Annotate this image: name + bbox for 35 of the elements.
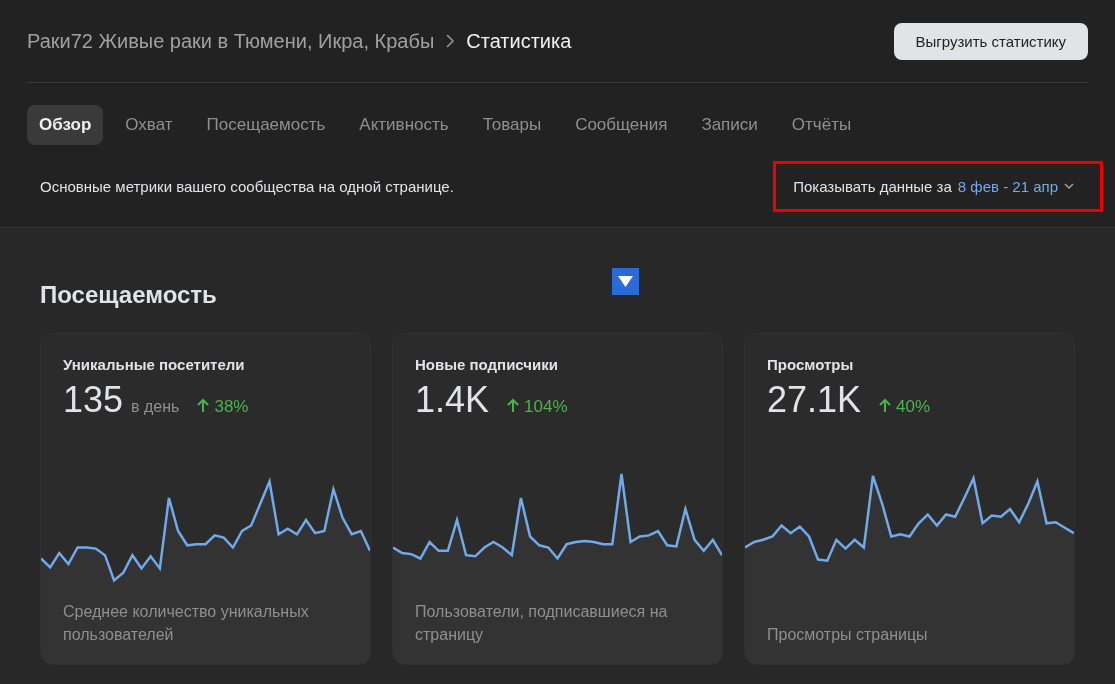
change-percent: 104% <box>524 397 568 417</box>
metric-card[interactable]: Новые подписчики 1.4K 104% Пользователи, подписавшиеся на страницу <box>392 333 723 665</box>
tab[interactable]: Отчёты <box>779 105 864 145</box>
tab[interactable]: Активность <box>347 105 461 145</box>
tab[interactable]: Товары <box>470 105 554 145</box>
arrow-up-icon <box>507 398 520 412</box>
change-percent: 40% <box>896 397 931 417</box>
tab[interactable]: Сообщения <box>563 105 680 145</box>
card-title: Новые подписчики <box>414 355 559 373</box>
tab[interactable]: Охват <box>113 105 185 145</box>
period-selector[interactable]: Показывать данные за 8 фев - 21 апр <box>773 160 1103 212</box>
chevron-down-icon <box>1064 183 1074 189</box>
card-caption: Пользователи, подписавшиеся на страницу <box>414 602 669 645</box>
section-title: Посещаемость <box>40 281 217 309</box>
metric-value: 27.1K <box>767 379 862 421</box>
arrow-up-icon <box>197 398 210 412</box>
card-caption: Просмотры страницы <box>766 625 929 645</box>
description-text: Основные метрики вашего сообщества на одной странице. <box>40 177 454 195</box>
page-title: Статистика <box>466 29 572 53</box>
card-title: Уникальные посетители <box>62 355 246 373</box>
export-button[interactable]: Выгрузить статистику <box>893 22 1088 60</box>
chevron-right-icon <box>446 34 455 48</box>
unit-label: в день <box>131 398 180 416</box>
metric-card[interactable]: Уникальные посетители 135 в день 38% Среднее количество уникальных пользователей <box>40 333 371 665</box>
arrow-up-icon <box>879 398 892 412</box>
tab[interactable]: Обзор <box>27 105 104 145</box>
metric-value: 1.4K <box>415 379 490 421</box>
card-caption: Среднее количество уникальных пользователей <box>62 602 310 645</box>
card-title: Просмотры <box>766 355 855 373</box>
metric-value: 135 <box>63 379 124 421</box>
tab[interactable]: Записи <box>689 105 770 145</box>
metric-card[interactable]: Просмотры 27.1K 40% Просмотры страницы <box>744 333 1075 665</box>
breadcrumb-link[interactable]: Раки72 Живые раки в Тюмени, Икра, Крабы <box>27 29 435 53</box>
tab[interactable]: Посещаемость <box>194 105 338 145</box>
change-percent: 38% <box>214 397 249 417</box>
